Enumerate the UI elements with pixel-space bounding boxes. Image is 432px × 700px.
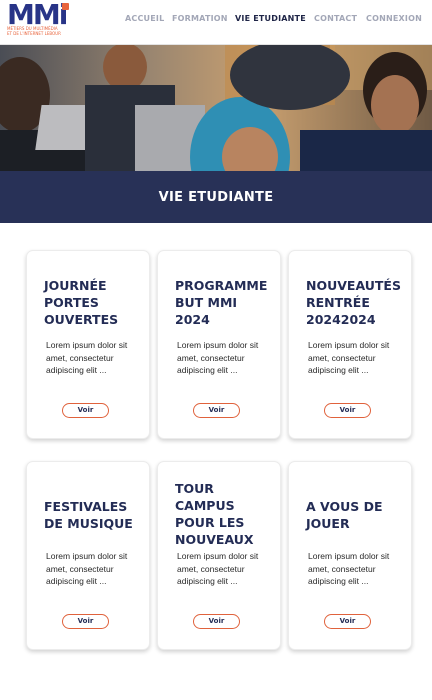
card-description: Lorem ipsum dolor sit amet, consectetur …	[46, 340, 128, 376]
nav-formation[interactable]: FORMATION	[172, 14, 228, 23]
card-description: Lorem ipsum dolor sit amet, consectetur …	[46, 551, 128, 587]
voir-button[interactable]: Voir	[193, 614, 240, 629]
card-description: Lorem ipsum dolor sit amet, consectetur …	[308, 340, 390, 376]
logo-mark: MMi	[7, 0, 68, 31]
page-title: VIE ETUDIANTE	[158, 190, 274, 205]
card-description: Lorem ipsum dolor sit amet, consectetur …	[177, 551, 259, 587]
students-photo	[0, 45, 432, 171]
voir-button[interactable]: Voir	[324, 403, 371, 418]
card-festivales-de-musique[interactable]: FESTIVALES DE MUSIQUE Lorem ipsum dolor …	[26, 461, 150, 650]
card-title: NOUVEAUTÉS RENTRÉE 20242024	[306, 278, 401, 327]
voir-button[interactable]: Voir	[193, 403, 240, 418]
card-title: TOUR CAMPUS POUR LES NOUVEAUX	[175, 481, 254, 547]
card-description: Lorem ipsum dolor sit amet, consectetur …	[177, 340, 259, 376]
site-header: MMi MÉTIERS DU MULTIMÉDIA ET DE L'INTERN…	[0, 0, 432, 45]
logo-subtitle: MÉTIERS DU MULTIMÉDIA ET DE L'INTERNET L…	[7, 26, 61, 36]
card-title: JOURNÉE PORTES OUVERTES	[44, 278, 119, 327]
logo-subtitle-line2: ET DE L'INTERNET LEBOUR	[7, 31, 61, 36]
voir-button[interactable]: Voir	[324, 614, 371, 629]
card-title: FESTIVALES DE MUSIQUE	[44, 499, 133, 531]
card-title: PROGRAMME BUT MMI 2024	[175, 278, 268, 327]
card-title: A VOUS DE JOUER	[306, 499, 383, 531]
hero-photo	[0, 45, 432, 171]
nav-accueil[interactable]: ACCUEIL	[125, 14, 164, 23]
card-journee-portes-ouvertes[interactable]: JOURNÉE PORTES OUVERTES Lorem ipsum dolo…	[26, 250, 150, 439]
logo-accent	[62, 3, 69, 10]
card-tour-campus[interactable]: TOUR CAMPUS POUR LES NOUVEAUX Lorem ipsu…	[157, 461, 281, 650]
voir-button[interactable]: Voir	[62, 614, 109, 629]
nav-connexion[interactable]: CONNEXION	[366, 14, 422, 23]
voir-button[interactable]: Voir	[62, 403, 109, 418]
card-a-vous-de-jouer[interactable]: A VOUS DE JOUER Lorem ipsum dolor sit am…	[288, 461, 412, 650]
nav-vie-etudiante[interactable]: VIE ETUDIANTE	[235, 14, 306, 23]
nav-contact[interactable]: CONTACT	[314, 14, 357, 23]
card-programme-but-mmi[interactable]: PROGRAMME BUT MMI 2024 Lorem ipsum dolor…	[157, 250, 281, 439]
mmi-logo[interactable]: MMi MÉTIERS DU MULTIMÉDIA ET DE L'INTERN…	[7, 0, 69, 40]
card-nouveautes-rentree[interactable]: NOUVEAUTÉS RENTRÉE 20242024 Lorem ipsum …	[288, 250, 412, 439]
card-description: Lorem ipsum dolor sit amet, consectetur …	[308, 551, 390, 587]
